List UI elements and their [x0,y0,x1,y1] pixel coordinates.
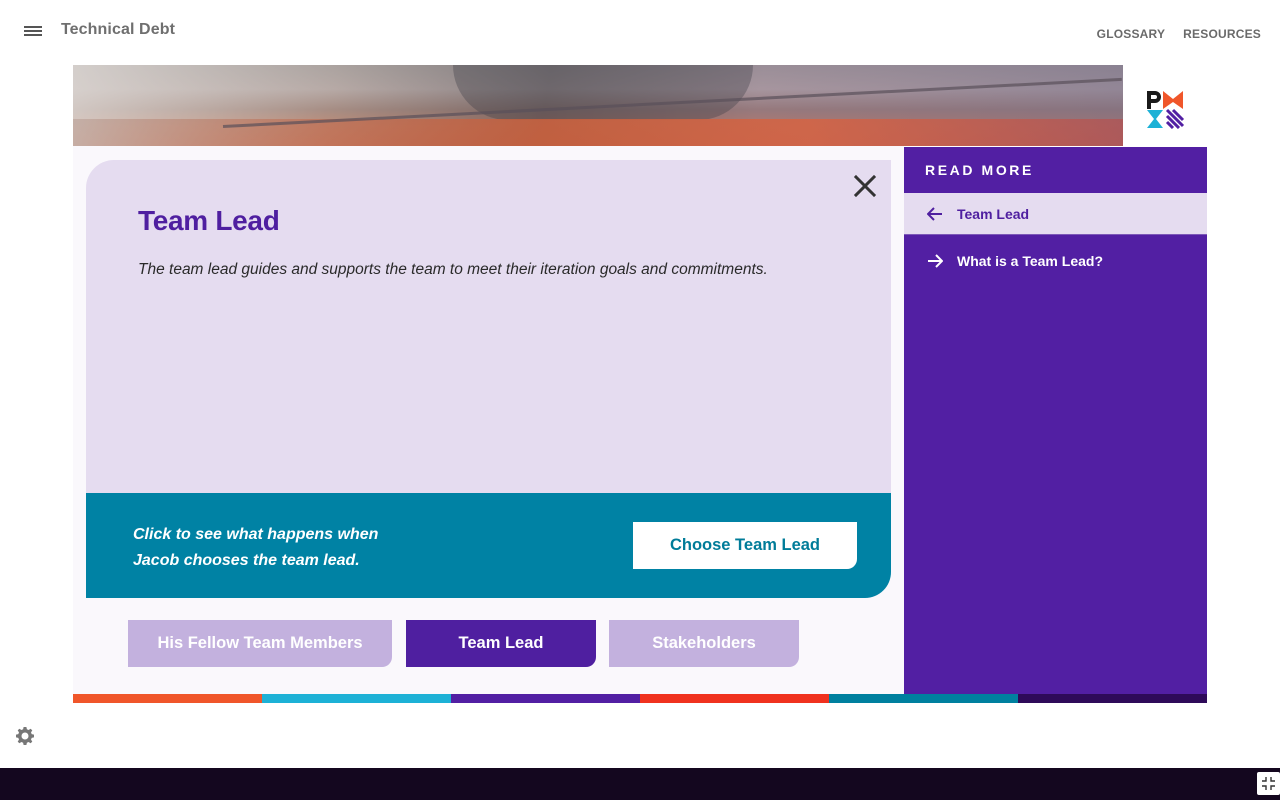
sidebar-heading: READ MORE [925,162,1034,178]
hamburger-menu-icon[interactable] [22,24,44,40]
arrow-left-icon [926,205,944,223]
cta-text: Click to see what happens when Jacob cho… [133,522,433,574]
stripe-segment [262,694,451,703]
stripe-segment [73,694,262,703]
tab-fellow-team-members[interactable]: His Fellow Team Members [128,620,392,667]
cta-text-line-1: Click to see what happens when [133,526,379,543]
tab-team-lead[interactable]: Team Lead [406,620,596,667]
top-bar: Technical Debt GLOSSARY RESOURCES [0,0,1280,64]
tab-stakeholders[interactable]: Stakeholders [609,620,799,667]
gear-icon[interactable] [15,726,35,746]
sidebar-item-label: What is a Team Lead? [957,252,1103,269]
stripe-segment [829,694,1018,703]
sidebar-item-what-is-team-lead[interactable]: What is a Team Lead? [904,240,1207,281]
app-title: Technical Debt [61,21,176,38]
color-stripe [73,694,1207,703]
bottom-bar [0,768,1280,800]
card-description: The team lead guides and supports the te… [138,261,768,278]
sidebar-item-label: Team Lead [957,205,1030,222]
choose-team-lead-button[interactable]: Choose Team Lead [633,522,857,569]
header-banner-image [73,65,1123,146]
resources-link[interactable]: RESOURCES [1183,27,1261,41]
stripe-segment [640,694,829,703]
cta-text-line-2: Jacob chooses the team lead. [133,552,360,569]
stripe-segment [1018,694,1207,703]
card-title: Team Lead [138,205,280,236]
read-more-sidebar: READ MORE Team Lead What is a Team Lead? [904,147,1207,695]
exit-fullscreen-icon[interactable] [1257,772,1280,795]
sidebar-item-team-lead[interactable]: Team Lead [904,193,1207,235]
close-icon[interactable] [852,173,878,199]
arrow-right-icon [926,252,944,270]
stripe-segment [451,694,640,703]
pmi-logo [1147,91,1185,129]
glossary-link[interactable]: GLOSSARY [1097,27,1166,41]
top-nav: GLOSSARY RESOURCES [1097,27,1261,41]
